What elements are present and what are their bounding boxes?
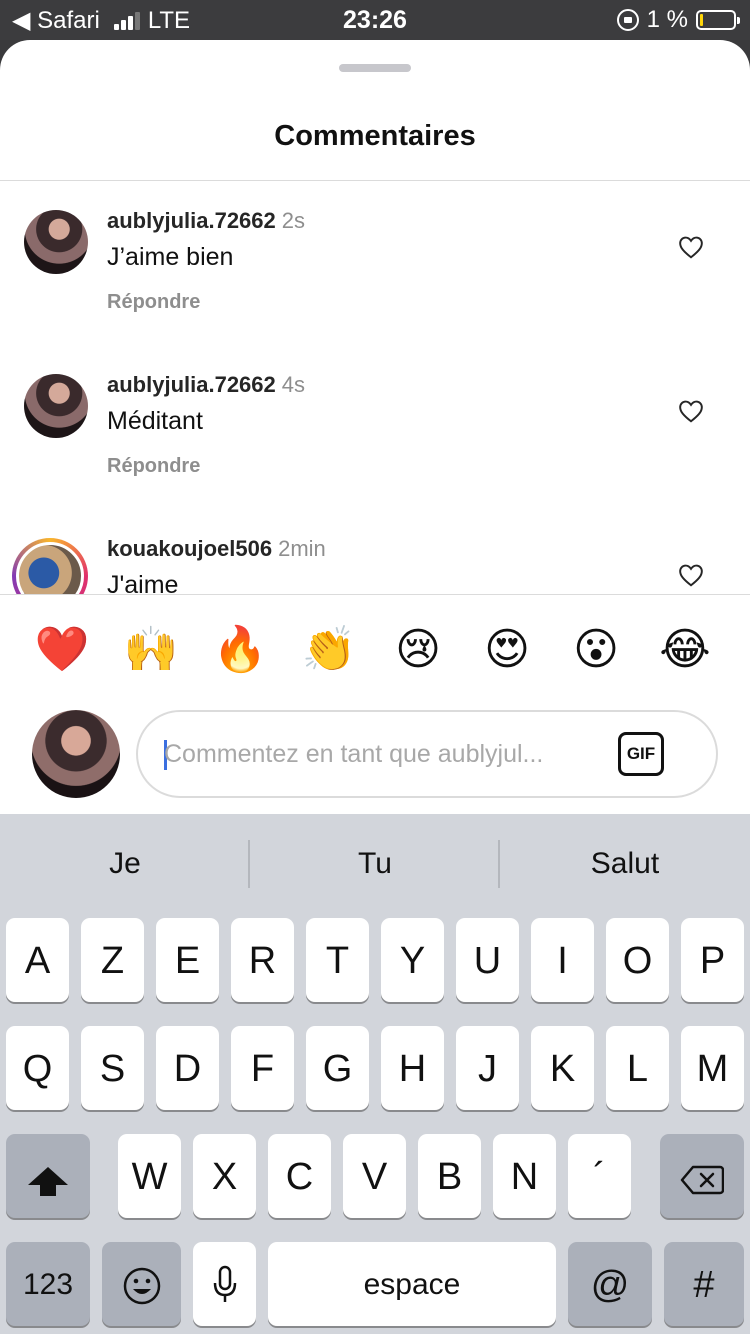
key-e[interactable]: E (156, 918, 219, 1002)
reaction-heart-eyes[interactable]: 😍 (477, 620, 537, 680)
avatar[interactable] (24, 210, 88, 274)
key-z[interactable]: Z (81, 918, 144, 1002)
battery-icon (696, 10, 740, 30)
key-c[interactable]: C (268, 1134, 331, 1218)
dictation-key[interactable] (193, 1242, 256, 1326)
comment-time: 4s (281, 372, 306, 397)
key-t[interactable]: T (306, 918, 369, 1002)
comment-text: Méditant (107, 407, 203, 435)
space-key[interactable]: espace (268, 1242, 556, 1326)
predictive-bar: Je Tu Salut (0, 814, 750, 912)
comment-time: 2s (281, 208, 306, 233)
backspace-icon (680, 1165, 724, 1195)
comment-item: kouakoujoel506 2min J'aime (0, 509, 750, 594)
quick-reactions: ❤️ 🙌 🔥 👏 😢 😍 😮 😂 (0, 620, 750, 680)
comment-username[interactable]: aublyjulia.72662 (107, 372, 276, 397)
reaction-fire[interactable]: 🔥 (210, 620, 270, 680)
key-g[interactable]: G (306, 1026, 369, 1110)
suggestion[interactable]: Tu (250, 814, 500, 912)
key-f[interactable]: F (231, 1026, 294, 1110)
emoji-icon (123, 1267, 160, 1305)
reaction-raised-hands[interactable]: 🙌 (121, 620, 181, 680)
reply-button[interactable]: Répondre (107, 291, 200, 314)
comments-list[interactable]: aublyjulia.72662 2s J’aime bien Répondre … (0, 181, 750, 594)
comment-text: J'aime (107, 571, 179, 594)
page-title: Commentaires (274, 120, 476, 152)
suggestion[interactable]: Salut (500, 814, 750, 912)
comment-time: 2min (278, 536, 326, 561)
at-key[interactable]: @ (568, 1242, 652, 1326)
key-i[interactable]: I (531, 918, 594, 1002)
shift-key[interactable] (6, 1134, 90, 1218)
hash-key[interactable]: # (664, 1242, 744, 1326)
key-h[interactable]: H (381, 1026, 444, 1110)
shift-arrow-icon (28, 1167, 68, 1196)
emoji-key[interactable] (102, 1242, 181, 1326)
comment-text: J’aime bien (107, 243, 234, 271)
microphone-icon (213, 1265, 236, 1302)
keyboard: Je Tu Salut A Z E R T Y U I O P Q S D F … (0, 814, 750, 1334)
avatar-story-ring[interactable] (12, 538, 88, 594)
reply-button[interactable]: Répondre (107, 455, 200, 478)
key-y[interactable]: Y (381, 918, 444, 1002)
heart-icon[interactable] (678, 399, 704, 423)
key-o[interactable]: O (606, 918, 669, 1002)
comment-item: aublyjulia.72662 4s Méditant Répondre (0, 345, 750, 485)
key-m[interactable]: M (681, 1026, 744, 1110)
key-r[interactable]: R (231, 918, 294, 1002)
avatar (32, 710, 120, 798)
divider (0, 594, 750, 595)
key-x[interactable]: X (193, 1134, 256, 1218)
key-d[interactable]: D (156, 1026, 219, 1110)
gif-button[interactable]: GIF (618, 732, 664, 776)
heart-icon[interactable] (678, 235, 704, 259)
key-j[interactable]: J (456, 1026, 519, 1110)
reaction-wow[interactable]: 😮 (566, 620, 626, 680)
numbers-key[interactable]: 123 (6, 1242, 90, 1326)
comments-sheet: Commentaires aublyjulia.72662 2s J’aime b… (0, 40, 750, 814)
reaction-cry[interactable]: 😢 (388, 620, 448, 680)
battery-percent: 1 % (646, 6, 688, 33)
comment-item: aublyjulia.72662 2s J’aime bien Répondre (0, 181, 750, 321)
rotation-lock-icon (616, 9, 639, 31)
key-b[interactable]: B (418, 1134, 481, 1218)
reaction-clap[interactable]: 👏 (299, 620, 359, 680)
status-bar: ◀ Safari LTE 23:26 1 % (0, 0, 750, 40)
key-k[interactable]: K (531, 1026, 594, 1110)
backspace-key[interactable] (660, 1134, 744, 1218)
key-l[interactable]: L (606, 1026, 669, 1110)
comment-input[interactable] (164, 712, 604, 796)
suggestion[interactable]: Je (0, 814, 250, 912)
key-u[interactable]: U (456, 918, 519, 1002)
avatar[interactable] (24, 374, 88, 438)
key-accent[interactable]: ´ (568, 1134, 631, 1218)
key-s[interactable]: S (81, 1026, 144, 1110)
key-q[interactable]: Q (6, 1026, 69, 1110)
reaction-laugh[interactable]: 😂 (655, 620, 715, 680)
key-p[interactable]: P (681, 918, 744, 1002)
comment-username[interactable]: aublyjulia.72662 (107, 208, 276, 233)
heart-icon[interactable] (678, 563, 704, 587)
key-w[interactable]: W (118, 1134, 181, 1218)
comment-username[interactable]: kouakoujoel506 (107, 536, 272, 561)
key-a[interactable]: A (6, 918, 69, 1002)
sheet-grabber[interactable] (339, 64, 411, 72)
comment-composer: GIF (136, 710, 718, 798)
key-n[interactable]: N (493, 1134, 556, 1218)
reaction-heart[interactable]: ❤️ (32, 620, 92, 680)
key-v[interactable]: V (343, 1134, 406, 1218)
